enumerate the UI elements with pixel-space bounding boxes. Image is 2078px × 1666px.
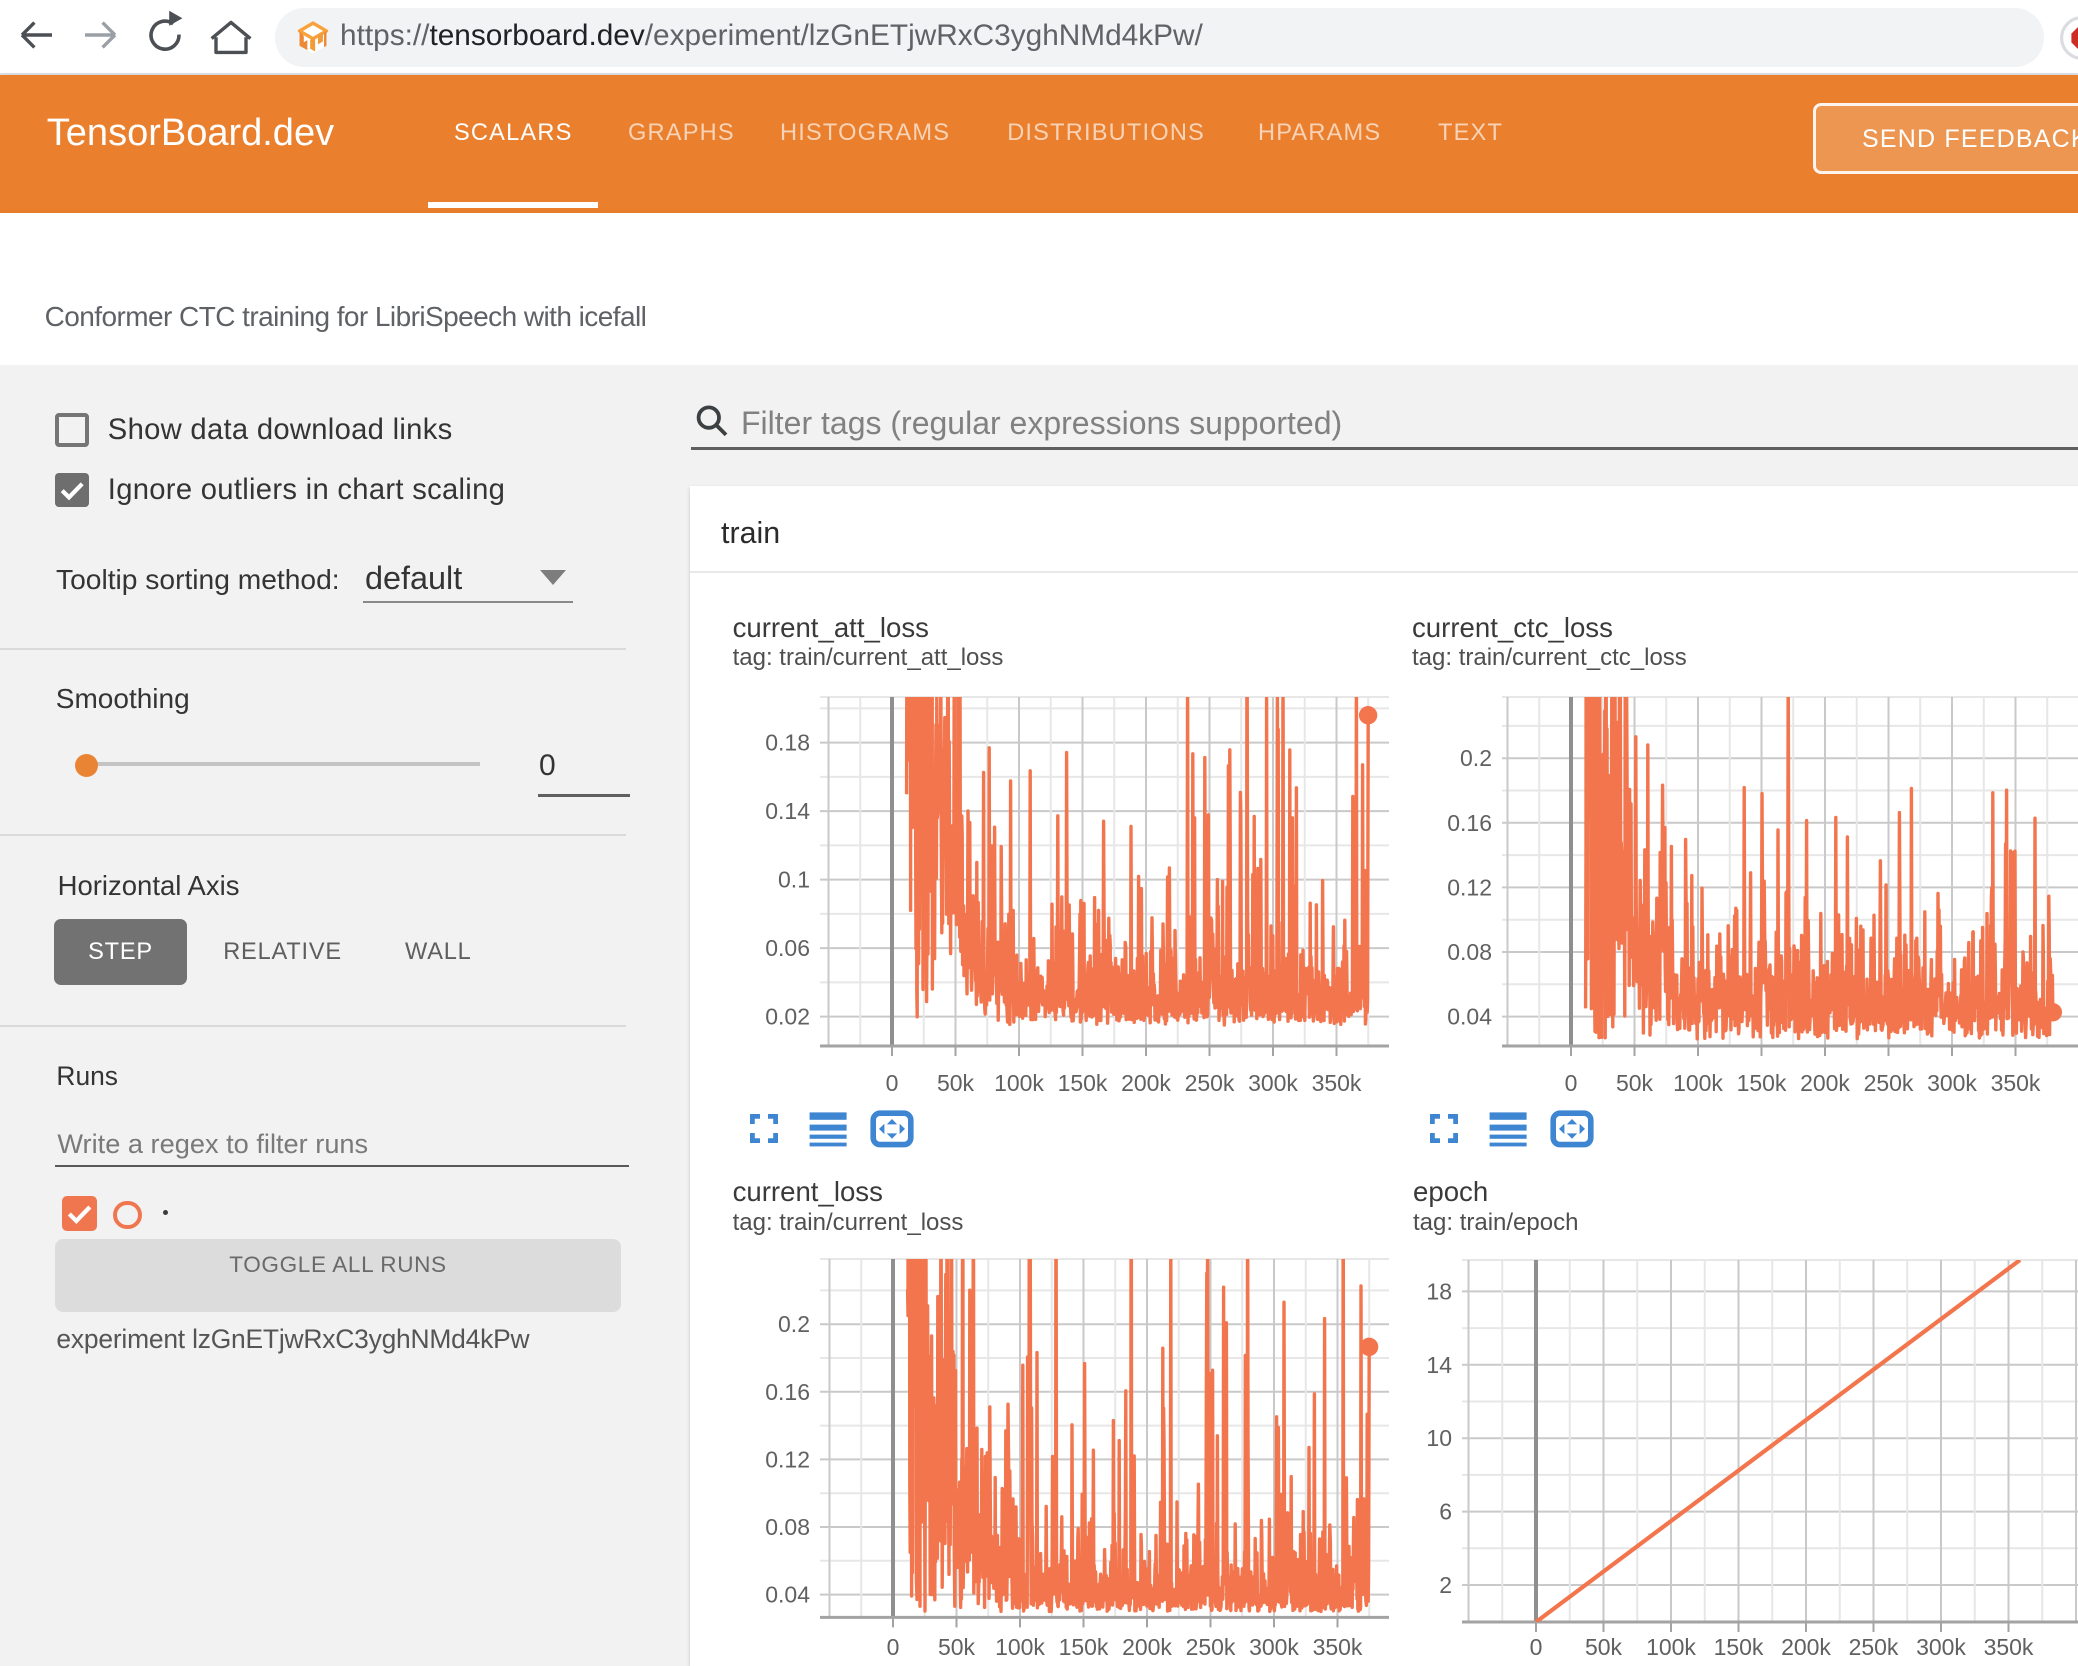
svg-text:300k: 300k bbox=[1916, 1634, 1966, 1660]
svg-text:150k: 150k bbox=[1714, 1634, 1764, 1660]
svg-text:10: 10 bbox=[1426, 1425, 1452, 1451]
svg-text:200k: 200k bbox=[1800, 1070, 1850, 1096]
svg-text:0: 0 bbox=[886, 1070, 899, 1096]
svg-text:100k: 100k bbox=[1673, 1070, 1723, 1096]
svg-text:150k: 150k bbox=[1059, 1634, 1109, 1660]
svg-text:350k: 350k bbox=[1313, 1634, 1363, 1660]
svg-text:350k: 350k bbox=[1984, 1634, 2034, 1660]
svg-text:250k: 250k bbox=[1849, 1634, 1899, 1660]
svg-text:150k: 150k bbox=[1737, 1070, 1787, 1096]
svg-text:100k: 100k bbox=[994, 1070, 1044, 1096]
svg-text:200k: 200k bbox=[1122, 1634, 1172, 1660]
svg-text:0.04: 0.04 bbox=[1447, 1004, 1492, 1030]
svg-text:6: 6 bbox=[1439, 1499, 1452, 1525]
svg-text:0.08: 0.08 bbox=[765, 1514, 810, 1540]
svg-text:14: 14 bbox=[1426, 1352, 1452, 1378]
svg-text:0.2: 0.2 bbox=[778, 1311, 810, 1337]
svg-text:18: 18 bbox=[1426, 1278, 1452, 1304]
svg-text:0.16: 0.16 bbox=[765, 1379, 810, 1405]
svg-text:300k: 300k bbox=[1927, 1070, 1977, 1096]
svg-text:0.18: 0.18 bbox=[765, 730, 810, 756]
svg-text:0.12: 0.12 bbox=[765, 1446, 810, 1472]
svg-text:0: 0 bbox=[1530, 1634, 1543, 1660]
svg-text:150k: 150k bbox=[1058, 1070, 1108, 1096]
svg-text:0.08: 0.08 bbox=[1447, 939, 1492, 965]
svg-text:350k: 350k bbox=[1312, 1070, 1362, 1096]
svg-text:50k: 50k bbox=[938, 1634, 976, 1660]
svg-text:100k: 100k bbox=[1646, 1634, 1696, 1660]
svg-text:0.02: 0.02 bbox=[765, 1004, 810, 1030]
svg-text:50k: 50k bbox=[1585, 1634, 1623, 1660]
svg-text:300k: 300k bbox=[1248, 1070, 1298, 1096]
svg-text:0.1: 0.1 bbox=[778, 867, 810, 893]
svg-text:0: 0 bbox=[1565, 1070, 1578, 1096]
svg-text:250k: 250k bbox=[1185, 1070, 1235, 1096]
svg-text:50k: 50k bbox=[937, 1070, 975, 1096]
svg-text:0.12: 0.12 bbox=[1447, 874, 1492, 900]
svg-text:200k: 200k bbox=[1121, 1070, 1171, 1096]
svg-text:350k: 350k bbox=[1991, 1070, 2041, 1096]
svg-text:0.16: 0.16 bbox=[1447, 810, 1492, 836]
svg-text:300k: 300k bbox=[1249, 1634, 1299, 1660]
svg-text:0.04: 0.04 bbox=[765, 1582, 810, 1608]
svg-text:2: 2 bbox=[1439, 1572, 1452, 1598]
svg-text:250k: 250k bbox=[1186, 1634, 1236, 1660]
svg-text:100k: 100k bbox=[995, 1634, 1045, 1660]
svg-text:0.14: 0.14 bbox=[765, 798, 810, 824]
svg-text:250k: 250k bbox=[1864, 1070, 1914, 1096]
svg-text:0: 0 bbox=[887, 1634, 900, 1660]
svg-text:0.2: 0.2 bbox=[1460, 745, 1492, 771]
svg-text:50k: 50k bbox=[1616, 1070, 1654, 1096]
svg-text:200k: 200k bbox=[1781, 1634, 1831, 1660]
svg-text:0.06: 0.06 bbox=[765, 935, 810, 961]
